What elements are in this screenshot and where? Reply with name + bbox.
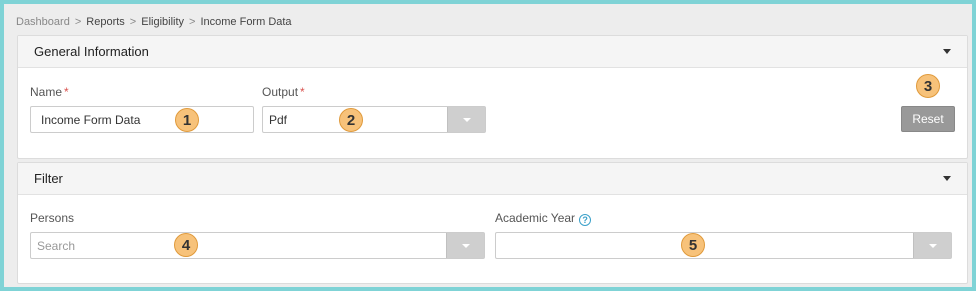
general-information-panel: General Information Name * Income Form Da…: [17, 35, 968, 159]
required-mark: *: [64, 85, 69, 99]
output-label: Output *: [262, 85, 305, 99]
chevron-down-icon[interactable]: [943, 49, 951, 54]
filter-header[interactable]: Filter: [18, 163, 967, 195]
name-input-value: Income Form Data: [41, 112, 141, 127]
name-label: Name *: [30, 85, 69, 99]
page-frame: Dashboard > Reports > Eligibility > Income For…: [0, 0, 976, 291]
name-input[interactable]: Income Form Data: [30, 106, 254, 133]
academic-year-label: Academic Year?: [495, 211, 592, 226]
name-label-text: Name: [30, 85, 63, 99]
callout-badge-2: 2: [339, 108, 363, 132]
breadcrumb-separator: >: [189, 16, 196, 28]
breadcrumb-separator: >: [129, 16, 137, 28]
chevron-down-icon[interactable]: [943, 176, 951, 181]
breadcrumb-current: Income Form Data: [200, 16, 292, 28]
academic-year-select[interactable]: [495, 232, 952, 259]
callout-badge-3: 3: [916, 74, 940, 98]
persons-search-placeholder: Search: [37, 238, 76, 253]
callout-badge-5: 5: [681, 233, 705, 257]
panel-title: General Information: [34, 44, 149, 59]
breadcrumb: Dashboard > Reports > Eligibility > Income For…: [16, 16, 292, 32]
panel-title: Filter: [34, 171, 63, 186]
required-mark: *: [300, 85, 305, 99]
output-label-text: Output: [262, 85, 299, 99]
breadcrumb-separator: >: [74, 16, 82, 28]
callout-badge-1: 1: [175, 108, 199, 132]
breadcrumb-dashboard[interactable]: Dashboard: [16, 16, 70, 28]
dropdown-arrow-icon[interactable]: [913, 233, 951, 258]
general-information-header[interactable]: General Information: [18, 36, 967, 68]
academic-year-label-text: Academic Year: [495, 211, 576, 225]
output-select[interactable]: Pdf: [262, 106, 486, 133]
general-information-body: Name * Income Form Data Output * Pdf Reset…: [18, 68, 967, 159]
persons-select[interactable]: Search: [30, 232, 485, 259]
help-circle-icon[interactable]: ?: [579, 214, 592, 226]
dropdown-arrow-icon[interactable]: [447, 107, 485, 132]
breadcrumb-eligibility[interactable]: Eligibility: [141, 16, 184, 28]
filter-panel: Filter Persons Search Academic Year? 4 5: [17, 162, 968, 284]
callout-badge-4: 4: [174, 233, 198, 257]
persons-label: Persons: [30, 211, 75, 225]
dropdown-arrow-icon[interactable]: [446, 233, 484, 258]
reset-button[interactable]: Reset: [901, 106, 955, 132]
breadcrumb-reports[interactable]: Reports: [86, 16, 125, 28]
filter-body: Persons Search Academic Year? 4 5: [18, 195, 967, 284]
